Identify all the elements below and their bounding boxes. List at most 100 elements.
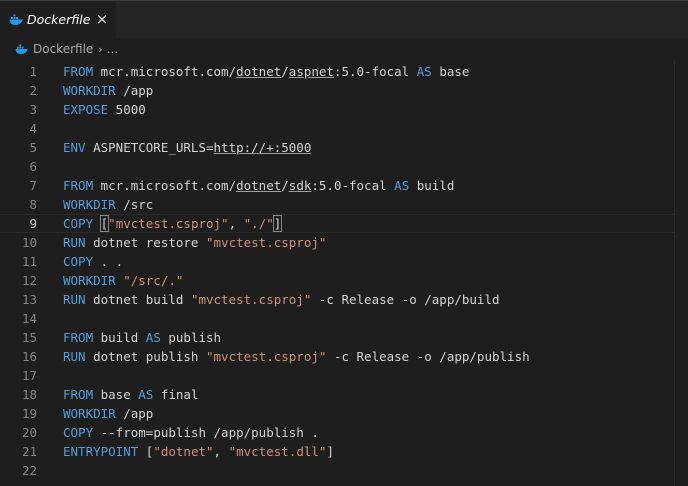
code-text: FROM build AS publish	[63, 328, 221, 347]
code-token: mcr.microsoft.com/	[93, 64, 237, 79]
line-number: 8	[29, 197, 37, 212]
string-token: "./"	[243, 216, 274, 231]
code-token: /app	[115, 83, 154, 98]
line-number: 18	[21, 387, 37, 402]
code-text: RUN dotnet build "mvctest.csproj" -c Rel…	[63, 290, 500, 309]
code-token: final	[153, 387, 199, 402]
link-token: http://+:5000	[213, 140, 312, 155]
code-token: /	[281, 64, 289, 79]
code-token: /src	[115, 197, 154, 212]
line-number: 11	[21, 254, 37, 269]
code-line[interactable]: 2 WORKDIR /app	[0, 81, 688, 100]
keyword-token: RUN	[63, 235, 86, 250]
code-line[interactable]: 12 WORKDIR "/src/."	[0, 271, 688, 290]
code-line[interactable]: 13 RUN dotnet build "mvctest.csproj" -c R…	[0, 290, 688, 309]
close-icon[interactable]: ×	[93, 10, 111, 28]
code-line[interactable]: 3 EXPOSE 5000	[0, 100, 688, 119]
string-token: "mvctest.csproj"	[206, 349, 327, 364]
tab-bar: Dockerfile ×	[0, 0, 688, 38]
keyword-token: RUN	[63, 349, 86, 364]
line-number: 10	[21, 235, 37, 250]
code-line[interactable]: 15 FROM build AS publish	[0, 328, 688, 347]
code-line[interactable]: 1 FROM mcr.microsoft.com/dotnet/aspnet:5.…	[0, 62, 688, 81]
line-number: 2	[29, 83, 37, 98]
code-line[interactable]: 18 FROM base AS final	[0, 385, 688, 404]
line-number: 17	[21, 368, 37, 383]
code-line[interactable]: 6	[0, 157, 688, 176]
code-token: dotnet restore	[85, 235, 206, 250]
code-token: build	[93, 330, 146, 345]
link-token: dotnet	[236, 64, 282, 79]
code-text: EXPOSE 5000	[63, 100, 146, 119]
line-number: 5	[29, 140, 37, 155]
docker-whale-icon	[15, 43, 28, 54]
line-number: 21	[21, 444, 37, 459]
code-token: dotnet publish	[85, 349, 206, 364]
code-token: -c Release -o /app/build	[311, 292, 500, 307]
code-line[interactable]: 5 ENV ASPNETCORE_URLS=http://+:5000	[0, 138, 688, 157]
keyword-token: AS	[416, 64, 432, 79]
code-line[interactable]: 7 FROM mcr.microsoft.com/dotnet/sdk:5.0-f…	[0, 176, 688, 195]
vertical-scrollbar[interactable]	[674, 60, 688, 486]
code-line[interactable]: 14	[0, 309, 688, 328]
code-token: ,	[228, 216, 244, 231]
string-token: "mvctest.dll"	[228, 444, 327, 459]
keyword-token: FROM	[63, 330, 94, 345]
code-line[interactable]: 21 ENTRYPOINT ["dotnet", "mvctest.dll"]	[0, 442, 688, 461]
code-line[interactable]: 8 WORKDIR /src	[0, 195, 688, 214]
code-text: WORKDIR /src	[63, 195, 153, 214]
code-line[interactable]: 11 COPY . .	[0, 252, 688, 271]
keyword-token: AS	[138, 387, 154, 402]
code-token: base	[93, 387, 139, 402]
keyword-token: AS	[394, 178, 410, 193]
code-token: ASPNETCORE_URLS=	[85, 140, 214, 155]
code-text: FROM mcr.microsoft.com/dotnet/aspnet:5.0…	[63, 62, 469, 81]
breadcrumb-more[interactable]: ...	[107, 42, 118, 56]
code-line[interactable]: 4	[0, 119, 688, 138]
keyword-token: WORKDIR	[63, 406, 116, 421]
keyword-token: ENTRYPOINT	[63, 444, 139, 459]
code-token: :5.0-focal	[311, 178, 395, 193]
tab-title: Dockerfile	[27, 12, 91, 27]
string-token: "mvctest.csproj"	[206, 235, 327, 250]
string-token: "/src/."	[123, 273, 184, 288]
chevron-right-icon: ›	[98, 42, 103, 56]
code-line[interactable]: 19 WORKDIR /app	[0, 404, 688, 423]
code-line[interactable]: 22	[0, 461, 688, 480]
code-line[interactable]: 17	[0, 366, 688, 385]
breadcrumb-file[interactable]: Dockerfile	[33, 42, 93, 56]
keyword-token: AS	[145, 330, 161, 345]
line-number: 19	[21, 406, 37, 421]
code-text: COPY . .	[63, 252, 123, 271]
link-token: dotnet	[236, 178, 282, 193]
line-number: 13	[21, 292, 37, 307]
keyword-token: RUN	[63, 292, 86, 307]
code-text: ENV ASPNETCORE_URLS=http://+:5000	[63, 138, 311, 157]
code-editor[interactable]: 1 FROM mcr.microsoft.com/dotnet/aspnet:5.…	[0, 60, 688, 486]
code-line[interactable]: 16 RUN dotnet publish "mvctest.csproj" -c…	[0, 347, 688, 366]
code-token: publish	[160, 330, 222, 345]
matched-bracket: ]	[272, 215, 283, 232]
link-token: aspnet	[288, 64, 334, 79]
code-line[interactable]: 9 COPY ["mvctest.csproj", "./"]	[0, 214, 688, 233]
line-number: 20	[21, 425, 37, 440]
tab-dockerfile[interactable]: Dockerfile ×	[0, 1, 116, 38]
code-token: build	[409, 178, 455, 193]
code-line[interactable]: 20 COPY --from=publish /app/publish .	[0, 423, 688, 442]
line-number: 7	[29, 178, 37, 193]
code-token: /app	[115, 406, 154, 421]
link-token: sdk	[288, 178, 312, 193]
line-number: 6	[29, 159, 37, 174]
code-text: WORKDIR /app	[63, 404, 153, 423]
string-token: "mvctest.csproj"	[190, 292, 312, 307]
line-number: 16	[21, 349, 37, 364]
code-text: FROM mcr.microsoft.com/dotnet/sdk:5.0-fo…	[63, 176, 454, 195]
code-line[interactable]: 10 RUN dotnet restore "mvctest.csproj"	[0, 233, 688, 252]
breadcrumb: Dockerfile › ...	[0, 38, 688, 60]
keyword-token: COPY	[63, 216, 94, 231]
text-cursor	[281, 217, 283, 232]
string-token: "dotnet"	[153, 444, 214, 459]
code-token: /	[281, 178, 289, 193]
line-number: 4	[29, 121, 37, 136]
code-text: RUN dotnet publish "mvctest.csproj" -c R…	[63, 347, 530, 366]
